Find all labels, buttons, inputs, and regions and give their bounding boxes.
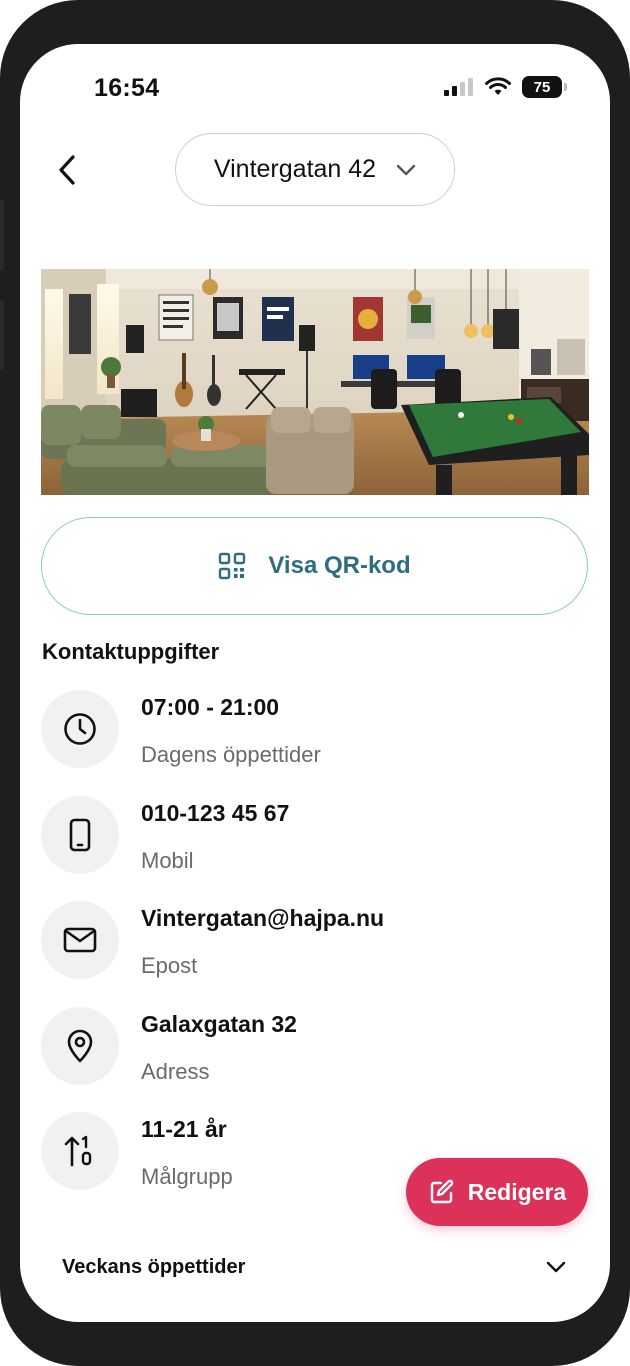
status-time: 16:54: [94, 74, 160, 102]
contact-phone[interactable]: 010-123 45 67 Mobil: [41, 796, 581, 876]
volume-up-button: [0, 200, 4, 270]
target-group-value: 11-21 år: [141, 1116, 227, 1142]
contact-address[interactable]: Galaxgatan 32 Adress: [41, 1007, 581, 1087]
edit-icon: [430, 1179, 454, 1204]
email-value: Vintergatan@hajpa.nu: [141, 905, 385, 931]
phone-icon: [41, 796, 119, 874]
battery-indicator: 75: [522, 76, 567, 98]
location-name: Vintergatan 42: [213, 155, 377, 183]
signal-icon: [444, 78, 473, 96]
phone-value: 010-123 45 67: [141, 800, 290, 826]
address-label: Adress: [141, 1059, 210, 1084]
chevron-left-icon: [59, 155, 75, 185]
opening-hours-label: Dagens öppettider: [141, 742, 321, 767]
contact-section-title: Kontaktuppgifter: [42, 639, 220, 664]
contact-email[interactable]: Vintergatan@hajpa.nu Epost: [41, 901, 581, 981]
address-value: Galaxgatan 32: [141, 1011, 297, 1037]
edit-button-label: Redigera: [467, 1178, 567, 1205]
show-qr-label: Visa QR-kod: [268, 552, 411, 579]
back-button[interactable]: [50, 150, 84, 190]
opening-hours-value: 07:00 - 21:00: [141, 694, 280, 720]
weekly-hours-label: Veckans öppettider: [62, 1255, 246, 1278]
qr-code-icon: [219, 552, 246, 580]
phone-frame: 16:54 75 Vintergatan 42 Visa QR-kod Kont…: [0, 0, 630, 1366]
email-label: Epost: [141, 953, 198, 978]
chevron-down-icon: [396, 164, 416, 175]
volume-down-button: [0, 300, 4, 370]
screen: 16:54 75 Vintergatan 42 Visa QR-kod Kont…: [20, 44, 610, 1322]
chevron-down-icon: [546, 1261, 566, 1273]
mail-icon: [41, 901, 119, 979]
status-icons: 75: [444, 76, 567, 98]
edit-button[interactable]: Redigera: [406, 1158, 588, 1226]
venue-photo: [41, 269, 589, 495]
sort-numeric-icon: [41, 1112, 119, 1190]
clock-icon: [41, 690, 119, 768]
wifi-icon: [485, 77, 511, 95]
contact-opening-hours: 07:00 - 21:00 Dagens öppettider: [41, 690, 581, 770]
show-qr-button[interactable]: Visa QR-kod: [41, 517, 588, 615]
battery-level: 75: [533, 78, 551, 96]
target-group-label: Målgrupp: [141, 1164, 233, 1189]
location-pin-icon: [41, 1007, 119, 1085]
phone-label: Mobil: [141, 848, 194, 873]
weekly-hours-toggle[interactable]: Veckans öppettider: [62, 1250, 566, 1284]
location-selector[interactable]: Vintergatan 42: [175, 133, 455, 206]
